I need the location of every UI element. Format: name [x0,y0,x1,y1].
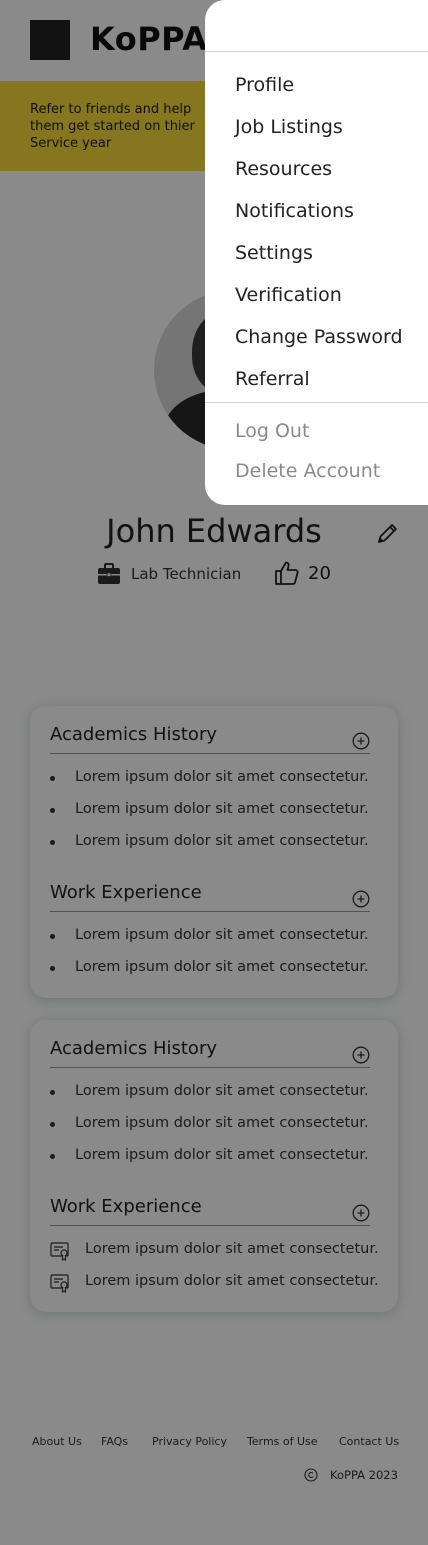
menu-item-log-out[interactable]: Log Out [235,420,309,442]
menu-item-delete-account[interactable]: Delete Account [235,460,380,482]
menu-item-referral[interactable]: Referral [235,368,310,390]
menu-item-resources[interactable]: Resources [235,158,332,180]
menu-item-change-password[interactable]: Change Password [235,326,403,348]
menu-item-settings[interactable]: Settings [235,242,313,264]
menu-item-verification[interactable]: Verification [235,284,342,306]
menu-item-profile[interactable]: Profile [235,74,294,96]
menu-item-notifications[interactable]: Notifications [235,200,354,222]
menu-divider [205,402,428,403]
menu-item-job-listings[interactable]: Job Listings [235,116,343,138]
menu-divider [205,51,428,52]
account-menu: Profile Job Listings Resources Notificat… [205,0,428,505]
